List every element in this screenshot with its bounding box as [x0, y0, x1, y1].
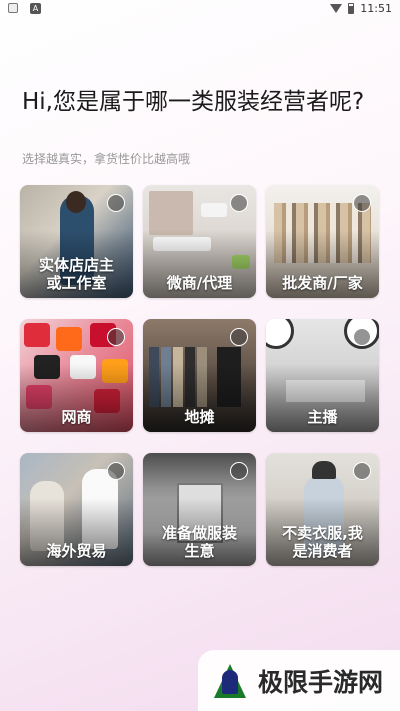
select-radio[interactable]: [353, 462, 371, 480]
notification-icon: [8, 3, 18, 13]
select-radio[interactable]: [107, 462, 125, 480]
category-card-planning-business[interactable]: 准备做服装 生意: [143, 453, 256, 566]
category-label: 网商: [61, 408, 92, 426]
status-icons-left: A: [8, 3, 41, 14]
watermark-logo-icon: [210, 660, 250, 702]
battery-icon: [348, 3, 355, 14]
category-label: 实体店店主 或工作室: [38, 256, 114, 292]
watermark-text: 极限手游网: [258, 667, 384, 697]
select-radio[interactable]: [230, 462, 248, 480]
page-subtitle: 选择越真实，拿货性价比越高哦: [22, 152, 191, 166]
category-card-store-owner[interactable]: 实体店店主 或工作室: [20, 185, 133, 298]
app-notification-icon: A: [30, 3, 41, 14]
select-radio[interactable]: [353, 328, 371, 346]
category-label: 准备做服装 生意: [161, 524, 237, 560]
category-label: 主播: [307, 408, 338, 426]
category-card-wechat-agent[interactable]: 微商/代理: [143, 185, 256, 298]
category-label: 批发商/厂家: [282, 274, 363, 292]
select-radio[interactable]: [230, 194, 248, 212]
category-label: 地摊: [184, 408, 215, 426]
status-time: 11:51: [360, 2, 392, 15]
category-label: 微商/代理: [166, 274, 233, 292]
category-card-wholesaler[interactable]: 批发商/厂家: [266, 185, 379, 298]
category-grid: 实体店店主 或工作室 微商/代理 批发商/厂家 网商 地摊 主播 海外贸易 准备…: [20, 185, 380, 567]
category-card-online-seller[interactable]: 网商: [20, 319, 133, 432]
status-bar: A 11:51: [0, 0, 400, 18]
watermark: 极限手游网: [198, 650, 400, 711]
status-icons-right: 11:51: [330, 2, 392, 15]
category-label: 不卖衣服,我 是消费者: [282, 524, 363, 560]
select-radio[interactable]: [230, 328, 248, 346]
category-card-consumer[interactable]: 不卖衣服,我 是消费者: [266, 453, 379, 566]
select-radio[interactable]: [353, 194, 371, 212]
category-card-livestreamer[interactable]: 主播: [266, 319, 379, 432]
category-card-street-stall[interactable]: 地摊: [143, 319, 256, 432]
select-radio[interactable]: [107, 194, 125, 212]
wifi-icon: [330, 4, 343, 13]
category-card-foreign-trade[interactable]: 海外贸易: [20, 453, 133, 566]
page-title: Hi,您是属于哪一类服装经营者呢?: [22, 89, 365, 115]
category-label: 海外贸易: [46, 542, 107, 560]
select-radio[interactable]: [107, 328, 125, 346]
